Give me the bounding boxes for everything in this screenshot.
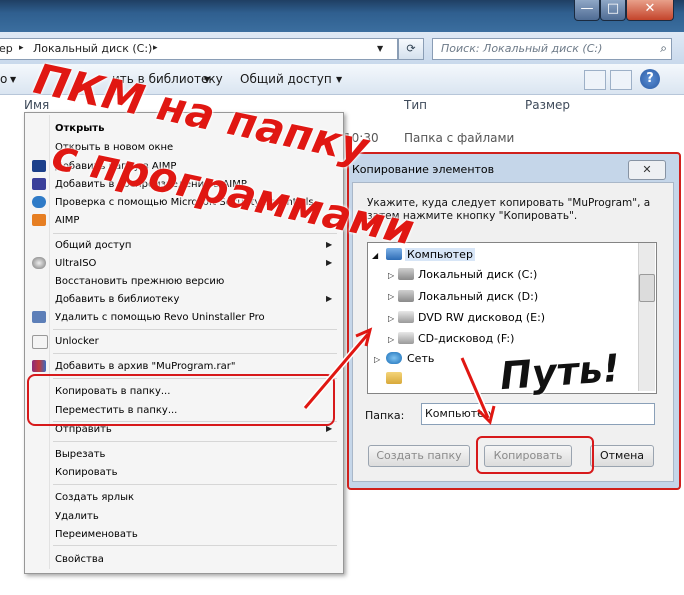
annotation-path: Путь! (498, 345, 622, 399)
